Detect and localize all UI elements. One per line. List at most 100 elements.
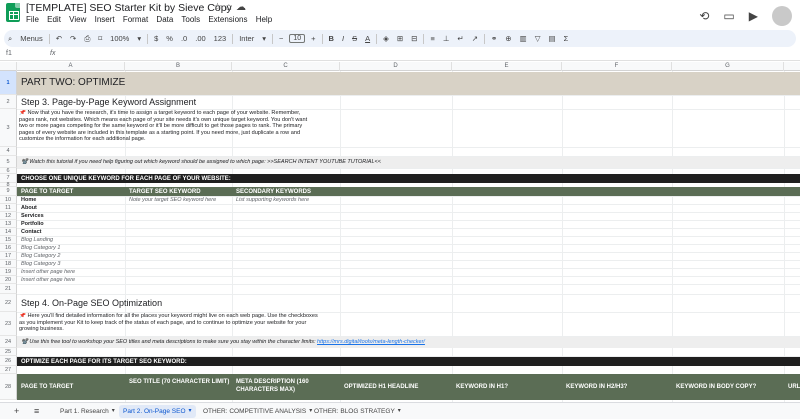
- menu-tools[interactable]: Tools: [181, 15, 200, 24]
- add-sheet-icon[interactable]: +: [14, 406, 19, 416]
- search-menus-label[interactable]: Menus: [16, 34, 47, 43]
- secondary-placeholder-cell[interactable]: List supporting keywords here: [234, 196, 339, 204]
- functions-icon[interactable]: Σ: [560, 34, 573, 43]
- chevron-down-icon[interactable]: ▾: [133, 34, 145, 43]
- page-cell-blog-category-3[interactable]: Blog Category 3: [19, 260, 124, 268]
- select-all-corner[interactable]: [0, 62, 17, 71]
- row-header-10[interactable]: 10: [0, 196, 17, 204]
- column-header-a[interactable]: A: [17, 62, 125, 71]
- step4-title[interactable]: Step 4. On-Page SEO Optimization: [19, 297, 419, 310]
- menu-format[interactable]: Format: [123, 15, 148, 24]
- undo-icon[interactable]: ↶: [52, 34, 66, 43]
- menu-file[interactable]: File: [26, 15, 39, 24]
- page-cell-contact[interactable]: Contact: [19, 228, 124, 236]
- name-box[interactable]: f1: [6, 50, 12, 57]
- menu-help[interactable]: Help: [256, 15, 272, 24]
- percent-button[interactable]: %: [162, 34, 177, 43]
- column-header-b[interactable]: B: [125, 62, 232, 71]
- page-cell-blog-landing[interactable]: Blog Landing: [19, 236, 124, 244]
- row-header-11[interactable]: 11: [0, 204, 17, 212]
- all-sheets-icon[interactable]: ≡: [34, 406, 39, 416]
- filter-icon[interactable]: ▽: [531, 34, 545, 43]
- row-header-16[interactable]: 16: [0, 244, 17, 252]
- row-header-17[interactable]: 17: [0, 252, 17, 260]
- row-header-25[interactable]: 25: [0, 348, 17, 356]
- menu-edit[interactable]: Edit: [47, 15, 61, 24]
- borders-icon[interactable]: ⊞: [393, 34, 407, 43]
- chevron-down-icon[interactable]: ▾: [258, 34, 270, 43]
- chevron-down-icon[interactable]: ▾: [189, 405, 192, 418]
- number-format-button[interactable]: 123: [210, 34, 231, 43]
- text-rotate-icon[interactable]: ↗: [468, 34, 482, 43]
- video-call-icon[interactable]: ▶: [749, 9, 758, 23]
- align-left-icon[interactable]: ≡: [426, 34, 438, 43]
- row-header-20[interactable]: 20: [0, 276, 17, 284]
- page-cell-about[interactable]: About: [19, 204, 124, 212]
- sheets-logo-icon[interactable]: [6, 3, 20, 22]
- row-header-18[interactable]: 18: [0, 260, 17, 268]
- menu-view[interactable]: View: [69, 15, 86, 24]
- italic-button[interactable]: I: [338, 34, 348, 43]
- merge-cells-icon[interactable]: ⊟: [407, 34, 421, 43]
- star-icon[interactable]: ☆: [213, 2, 226, 13]
- page-cell-home[interactable]: Home: [19, 196, 124, 204]
- text-wrap-icon[interactable]: ↵: [453, 34, 467, 43]
- column-header-f[interactable]: F: [562, 62, 672, 71]
- row-header-19[interactable]: 19: [0, 268, 17, 276]
- step3-title[interactable]: Step 3. Page-by-Page Keyword Assignment: [19, 96, 419, 109]
- search-menus-icon[interactable]: ⌕: [4, 34, 16, 44]
- row-header-15[interactable]: 15: [0, 236, 17, 244]
- row-header-22[interactable]: 22: [0, 294, 17, 312]
- row-header-23[interactable]: 23: [0, 312, 17, 336]
- cloud-saved-icon[interactable]: ☁: [236, 2, 250, 13]
- column-header-c[interactable]: C: [232, 62, 340, 71]
- row-header-24[interactable]: 24: [0, 336, 17, 348]
- meta-length-checker-link[interactable]: https://mrs.digital/tools/meta-length-ch…: [317, 339, 425, 345]
- increase-decimal-button[interactable]: .00: [191, 34, 209, 43]
- zoom-select[interactable]: 100%: [106, 34, 133, 43]
- paint-format-icon[interactable]: ⌑: [94, 34, 106, 43]
- column-header-g[interactable]: G: [672, 62, 784, 71]
- decrease-decimal-button[interactable]: .0: [177, 34, 191, 43]
- page-cell-blog-category-1[interactable]: Blog Category 1: [19, 244, 124, 252]
- comment-icon[interactable]: ▭: [723, 9, 734, 23]
- row-header-14[interactable]: 14: [0, 228, 17, 236]
- vertical-align-icon[interactable]: ⊥: [439, 34, 454, 43]
- part-title[interactable]: PART TWO: OPTIMIZE: [19, 76, 319, 92]
- page-cell-blog-category-2[interactable]: Blog Category 2: [19, 252, 124, 260]
- filter-views-icon[interactable]: ▤: [544, 34, 559, 43]
- font-select[interactable]: Inter: [235, 34, 258, 43]
- keyword-placeholder-cell[interactable]: Note your target SEO keyword here: [127, 196, 232, 204]
- row-header-1[interactable]: 1: [0, 71, 17, 95]
- page-cell-other-1[interactable]: Insert other page here: [19, 268, 124, 276]
- chevron-down-icon[interactable]: ▾: [398, 405, 401, 418]
- avatar[interactable]: [772, 6, 792, 26]
- menu-data[interactable]: Data: [156, 15, 173, 24]
- page-cell-services[interactable]: Services: [19, 212, 124, 220]
- row-header-9[interactable]: 9: [0, 187, 17, 196]
- row-header-3[interactable]: 3: [0, 109, 17, 147]
- row-header-26[interactable]: 26: [0, 356, 17, 366]
- text-color-button[interactable]: A: [361, 34, 374, 43]
- font-size-decrease-icon[interactable]: −: [275, 34, 287, 43]
- insert-link-icon[interactable]: ⚭: [487, 34, 501, 43]
- step3-description[interactable]: 📌 Now that you have the research, it's t…: [19, 110, 314, 147]
- row-header-27[interactable]: 27: [0, 366, 17, 374]
- spreadsheet-grid[interactable]: A B C D E F G 1 2 3 4 5 6 7 8 9 10 11 12…: [0, 62, 800, 402]
- insert-comment-icon[interactable]: ⊕: [501, 34, 515, 43]
- tab-part-2-on-page-seo[interactable]: Part 2. On-Page SEO ▾: [119, 405, 196, 418]
- row-header-28[interactable]: 28: [0, 374, 17, 400]
- menu-insert[interactable]: Insert: [95, 15, 115, 24]
- font-size-increase-icon[interactable]: +: [307, 34, 319, 43]
- row-header-5[interactable]: 5: [0, 156, 17, 168]
- step4-description[interactable]: 📌 Here you'll find detailed information …: [19, 313, 319, 335]
- menu-extensions[interactable]: Extensions: [208, 15, 247, 24]
- font-size-input[interactable]: 10: [289, 34, 306, 43]
- tab-blog-strategy[interactable]: OTHER: BLOG STRATEGY ▾: [310, 405, 405, 418]
- column-header-e[interactable]: E: [452, 62, 562, 71]
- column-header-d[interactable]: D: [340, 62, 452, 71]
- move-to-folder-icon[interactable]: ⌂: [226, 2, 236, 13]
- row-header-2[interactable]: 2: [0, 95, 17, 109]
- tutorial-note[interactable]: 📽️ Watch this tutorial if you need help …: [19, 158, 519, 167]
- row-header-13[interactable]: 13: [0, 220, 17, 228]
